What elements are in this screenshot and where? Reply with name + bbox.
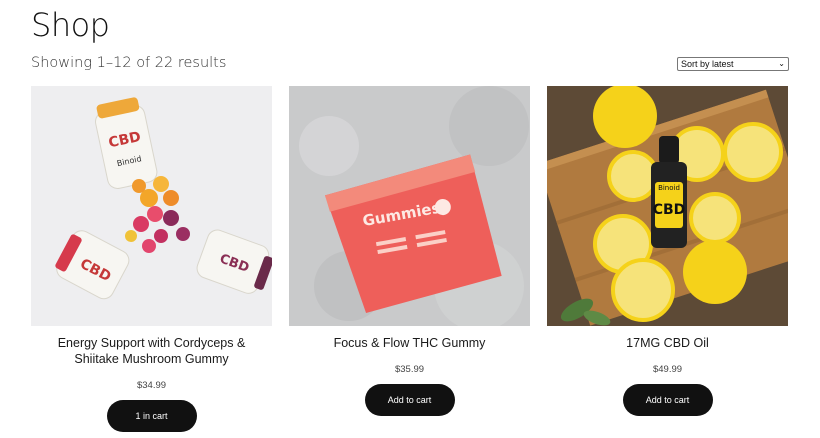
- in-cart-button[interactable]: 1 in cart: [106, 400, 197, 432]
- add-to-cart-button[interactable]: Add to cart: [622, 384, 713, 416]
- product-card-energy-gummy: CBD Binoid CBD CBD Energy Support with C…: [31, 86, 272, 432]
- product-price: $49.99: [652, 364, 683, 375]
- sort-dropdown[interactable]: Sort by latest ⌄: [677, 57, 789, 71]
- product-card-cbd-oil: Binoid CBD 17MG CBD Oil $49.99 Add to ca…: [547, 86, 788, 416]
- product-image-energy-gummy[interactable]: CBD Binoid CBD CBD: [31, 86, 272, 326]
- product-price: $35.99: [394, 364, 425, 375]
- page-title: Shop: [31, 6, 110, 44]
- result-count: Showing 1–12 of 22 results: [31, 55, 227, 71]
- product-price: $34.99: [136, 380, 167, 391]
- product-title-link[interactable]: Energy Support with Cordyceps & Shiitake…: [31, 335, 272, 367]
- product-photo-gummy-jars: CBD Binoid CBD CBD: [31, 86, 272, 326]
- product-image-focus-flow-gummy[interactable]: Gummies: [289, 86, 530, 326]
- add-to-cart-button[interactable]: Add to cart: [364, 384, 455, 416]
- bottle-cbd-label: CBD: [653, 202, 686, 218]
- product-title-link[interactable]: Focus & Flow THC Gummy: [289, 335, 530, 351]
- product-photo-gummy-pouch: Gummies: [289, 86, 530, 326]
- product-photo-cbd-oil-lemons: Binoid CBD: [547, 86, 788, 326]
- product-card-focus-flow-gummy: Gummies Focus & Flow THC Gummy $35.99 Ad…: [289, 86, 530, 416]
- product-title-link[interactable]: 17MG CBD Oil: [547, 335, 788, 351]
- sort-selected-value: Sort by latest: [681, 59, 734, 69]
- bottle-brand-label: Binoid: [658, 184, 680, 192]
- product-image-cbd-oil[interactable]: Binoid CBD: [547, 86, 788, 326]
- chevron-down-icon: ⌄: [778, 59, 785, 68]
